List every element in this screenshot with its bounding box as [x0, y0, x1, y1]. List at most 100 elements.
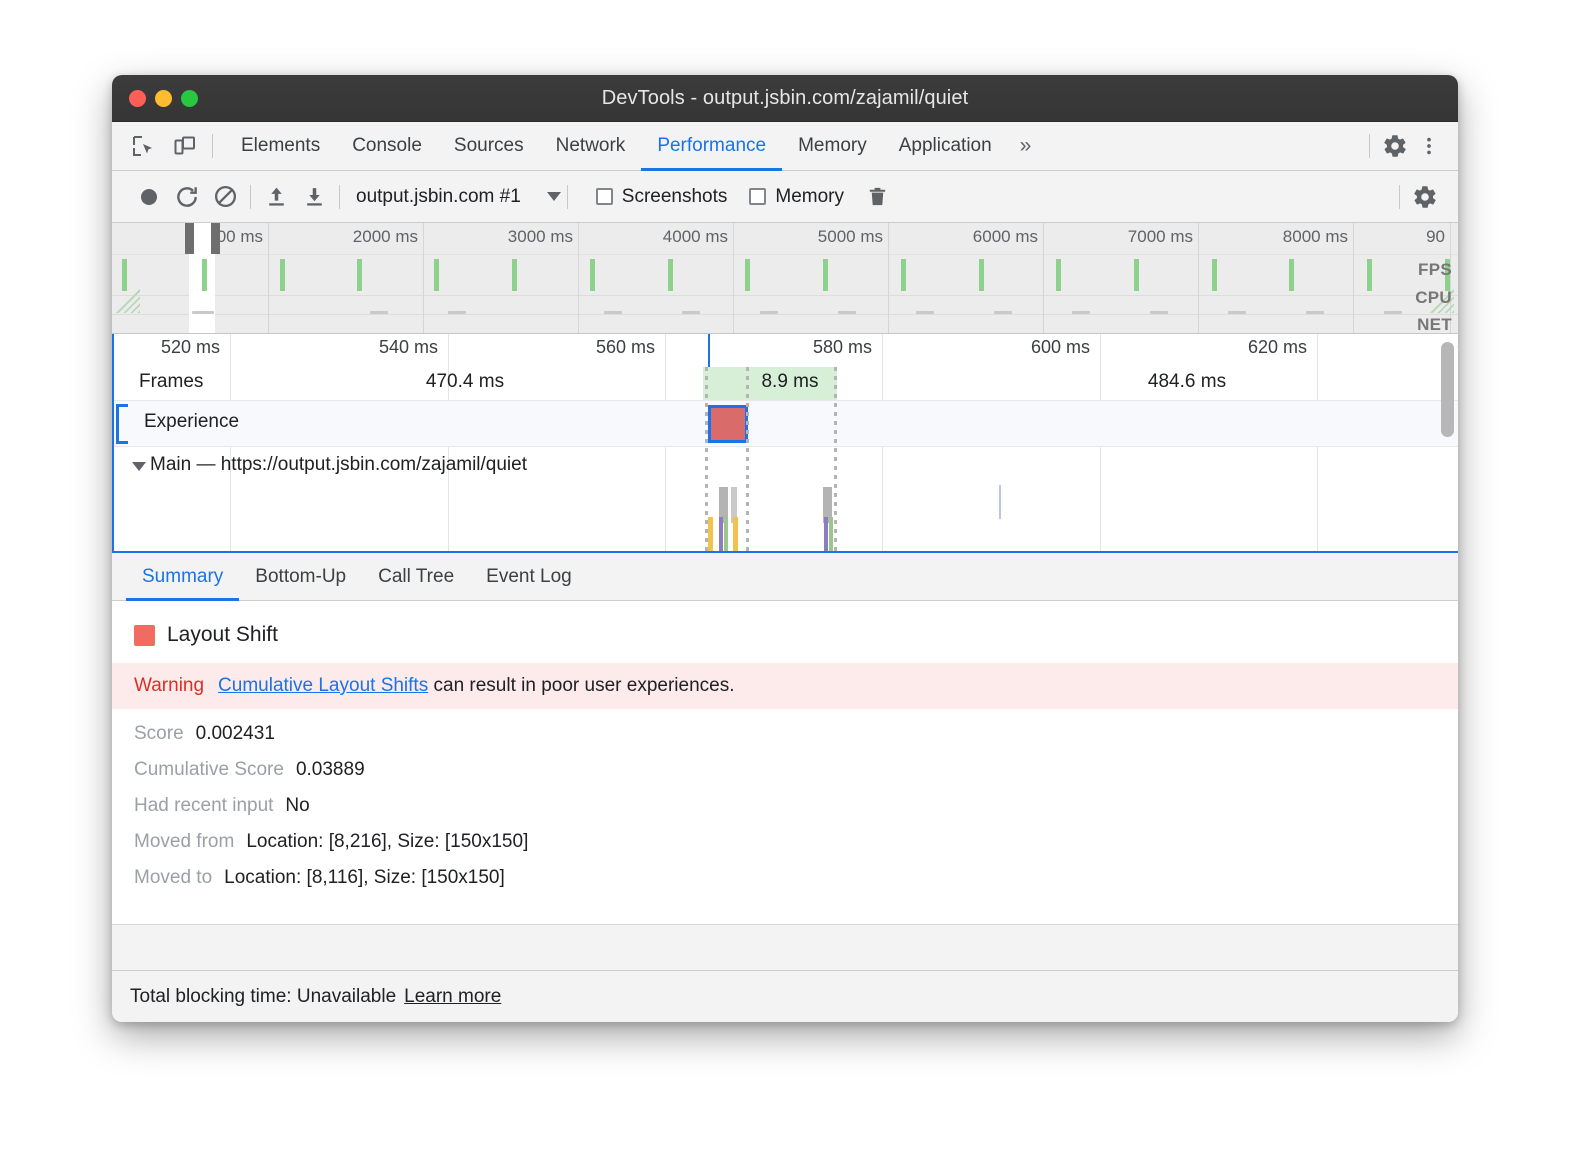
detail-row-moved-to: Moved to Location: [8,116], Size: [150x1… [112, 853, 1458, 889]
profile-select-value: output.jsbin.com #1 [356, 186, 521, 208]
detail-key: Score [134, 723, 184, 745]
main-track[interactable]: Main — https://output.jsbin.com/zajamil/… [112, 447, 1458, 551]
timeline-overview[interactable]: 1000 ms 2000 ms 3000 ms 4000 ms 5000 ms … [112, 223, 1458, 334]
tabbar-right-separator [1369, 134, 1370, 158]
save-profile-icon[interactable] [295, 180, 333, 214]
tab-console[interactable]: Console [336, 122, 438, 170]
tab-sources[interactable]: Sources [438, 122, 540, 170]
chevron-down-icon [547, 192, 561, 201]
overview-lane-net: NET [1417, 315, 1452, 334]
frame-duration-0: 470.4 ms [426, 371, 504, 393]
reload-and-record-icon[interactable] [168, 180, 206, 214]
tab-memory[interactable]: Memory [782, 122, 883, 170]
tab-list: Elements Console Sources Network Perform… [225, 122, 1043, 170]
details-bottom-filler [112, 924, 1458, 970]
clear-recording-icon[interactable] [206, 180, 244, 214]
overview-selection-handle-right[interactable] [211, 223, 220, 254]
triangle-down-icon[interactable] [132, 462, 146, 471]
experience-track[interactable]: Experience [112, 400, 1458, 447]
settings-gear-icon[interactable] [1380, 131, 1410, 161]
perfbar-separator-1 [250, 185, 251, 209]
overview-tick-7: 8000 ms [1283, 227, 1348, 247]
screenshots-label: Screenshots [622, 186, 728, 208]
overview-lane-fps: FPS [1418, 260, 1452, 280]
device-toolbar-icon[interactable] [170, 131, 200, 161]
detail-row-had-recent-input: Had recent input No [112, 781, 1458, 817]
frame-duration-1: 8.9 ms [761, 371, 818, 393]
devtools-window: DevTools - output.jsbin.com/zajamil/quie… [112, 75, 1458, 1022]
cumulative-layout-shifts-link[interactable]: Cumulative Layout Shifts [218, 675, 428, 696]
screenshots-checkbox[interactable]: Screenshots [596, 186, 728, 208]
window-title: DevTools - output.jsbin.com/zajamil/quie… [112, 87, 1458, 110]
tab-summary[interactable]: Summary [126, 553, 239, 600]
tab-application[interactable]: Application [883, 122, 1008, 170]
memory-checkbox[interactable]: Memory [749, 186, 844, 208]
profile-select[interactable]: output.jsbin.com #1 [356, 186, 561, 208]
overview-selection-handle-left[interactable] [185, 223, 194, 254]
learn-more-link[interactable]: Learn more [404, 986, 501, 1008]
record-icon[interactable] [130, 180, 168, 214]
screenshots-checkbox-box [596, 188, 613, 205]
trash-icon[interactable] [858, 180, 896, 214]
window-titlebar: DevTools - output.jsbin.com/zajamil/quie… [112, 75, 1458, 122]
main-track-label: Main — https://output.jsbin.com/zajamil/… [150, 454, 527, 476]
layout-shift-event[interactable] [708, 405, 748, 443]
close-button[interactable] [129, 90, 146, 107]
perfbar-right [1393, 180, 1458, 214]
capture-settings-gear-icon[interactable] [1406, 180, 1444, 214]
tab-elements[interactable]: Elements [225, 122, 336, 170]
perfbar-separator-2 [339, 185, 340, 209]
flamechart-scrollbar[interactable] [1441, 342, 1454, 437]
overview-tick-3: 4000 ms [663, 227, 728, 247]
memory-label: Memory [775, 186, 844, 208]
inspect-element-icon[interactable] [128, 131, 158, 161]
tab-network[interactable]: Network [540, 122, 642, 170]
warning-label: Warning [134, 675, 204, 697]
detail-value: 0.03889 [296, 759, 365, 781]
detail-value: Location: [8,116], Size: [150x150] [224, 867, 505, 889]
tab-performance[interactable]: Performance [641, 122, 782, 170]
overview-tick-4: 5000 ms [818, 227, 883, 247]
event-title: Layout Shift [112, 601, 1458, 663]
overview-lane-labels: FPS CPU NET [1392, 223, 1452, 334]
more-vertical-icon[interactable] [1414, 131, 1444, 161]
perfbar-separator-4 [1399, 185, 1400, 209]
screenshot-root: DevTools - output.jsbin.com/zajamil/quie… [0, 0, 1570, 1172]
details-tabbar: Summary Bottom-Up Call Tree Event Log [112, 553, 1458, 601]
flamechart-left-edge [112, 334, 114, 551]
overview-tick-6: 7000 ms [1128, 227, 1193, 247]
frames-track-label: Frames [139, 371, 203, 393]
frame-boundary-line-0 [705, 367, 708, 553]
flame-tick-1: 540 ms [379, 337, 438, 358]
flame-tick-2: 560 ms [596, 337, 655, 358]
tab-bottom-up[interactable]: Bottom-Up [239, 553, 362, 600]
load-profile-icon[interactable] [257, 180, 295, 214]
flamechart[interactable]: 520 ms 540 ms 560 ms 580 ms 600 ms 620 m… [112, 334, 1458, 553]
status-bar: Total blocking time: Unavailable Learn m… [112, 970, 1458, 1022]
tab-call-tree[interactable]: Call Tree [362, 553, 470, 600]
flame-tick-0: 520 ms [161, 337, 220, 358]
flame-tick-3: 580 ms [813, 337, 872, 358]
experience-track-label: Experience [144, 411, 239, 433]
detail-key: Cumulative Score [134, 759, 284, 781]
more-tabs-button[interactable]: » [1008, 122, 1044, 170]
minimize-button[interactable] [155, 90, 172, 107]
summary-panel: Layout Shift Warning Cumulative Layout S… [112, 601, 1458, 970]
warning-text: can result in poor user experiences. [434, 675, 735, 696]
total-blocking-time-text: Total blocking time: Unavailable [130, 986, 396, 1008]
experience-selection-bracket [116, 404, 128, 444]
devtools-tabbar: Elements Console Sources Network Perform… [112, 122, 1458, 171]
flamechart-zoom-divider [708, 334, 710, 367]
overview-tick-1: 2000 ms [353, 227, 418, 247]
frames-track[interactable]: Frames 470.4 ms 8.9 ms 484.6 ms [112, 367, 1458, 400]
overview-tick-2: 3000 ms [508, 227, 573, 247]
layout-shift-color-swatch [134, 625, 155, 646]
tab-event-log[interactable]: Event Log [470, 553, 588, 600]
event-name: Layout Shift [167, 623, 278, 647]
flame-tick-6: 640 [1457, 337, 1458, 358]
tabbar-left-icons [112, 122, 206, 170]
maximize-button[interactable] [181, 90, 198, 107]
frame-boundary-line-2 [834, 367, 837, 553]
tabbar-right-icons [1363, 122, 1458, 170]
flamechart-ruler: 520 ms 540 ms 560 ms 580 ms 600 ms 620 m… [112, 334, 1458, 367]
